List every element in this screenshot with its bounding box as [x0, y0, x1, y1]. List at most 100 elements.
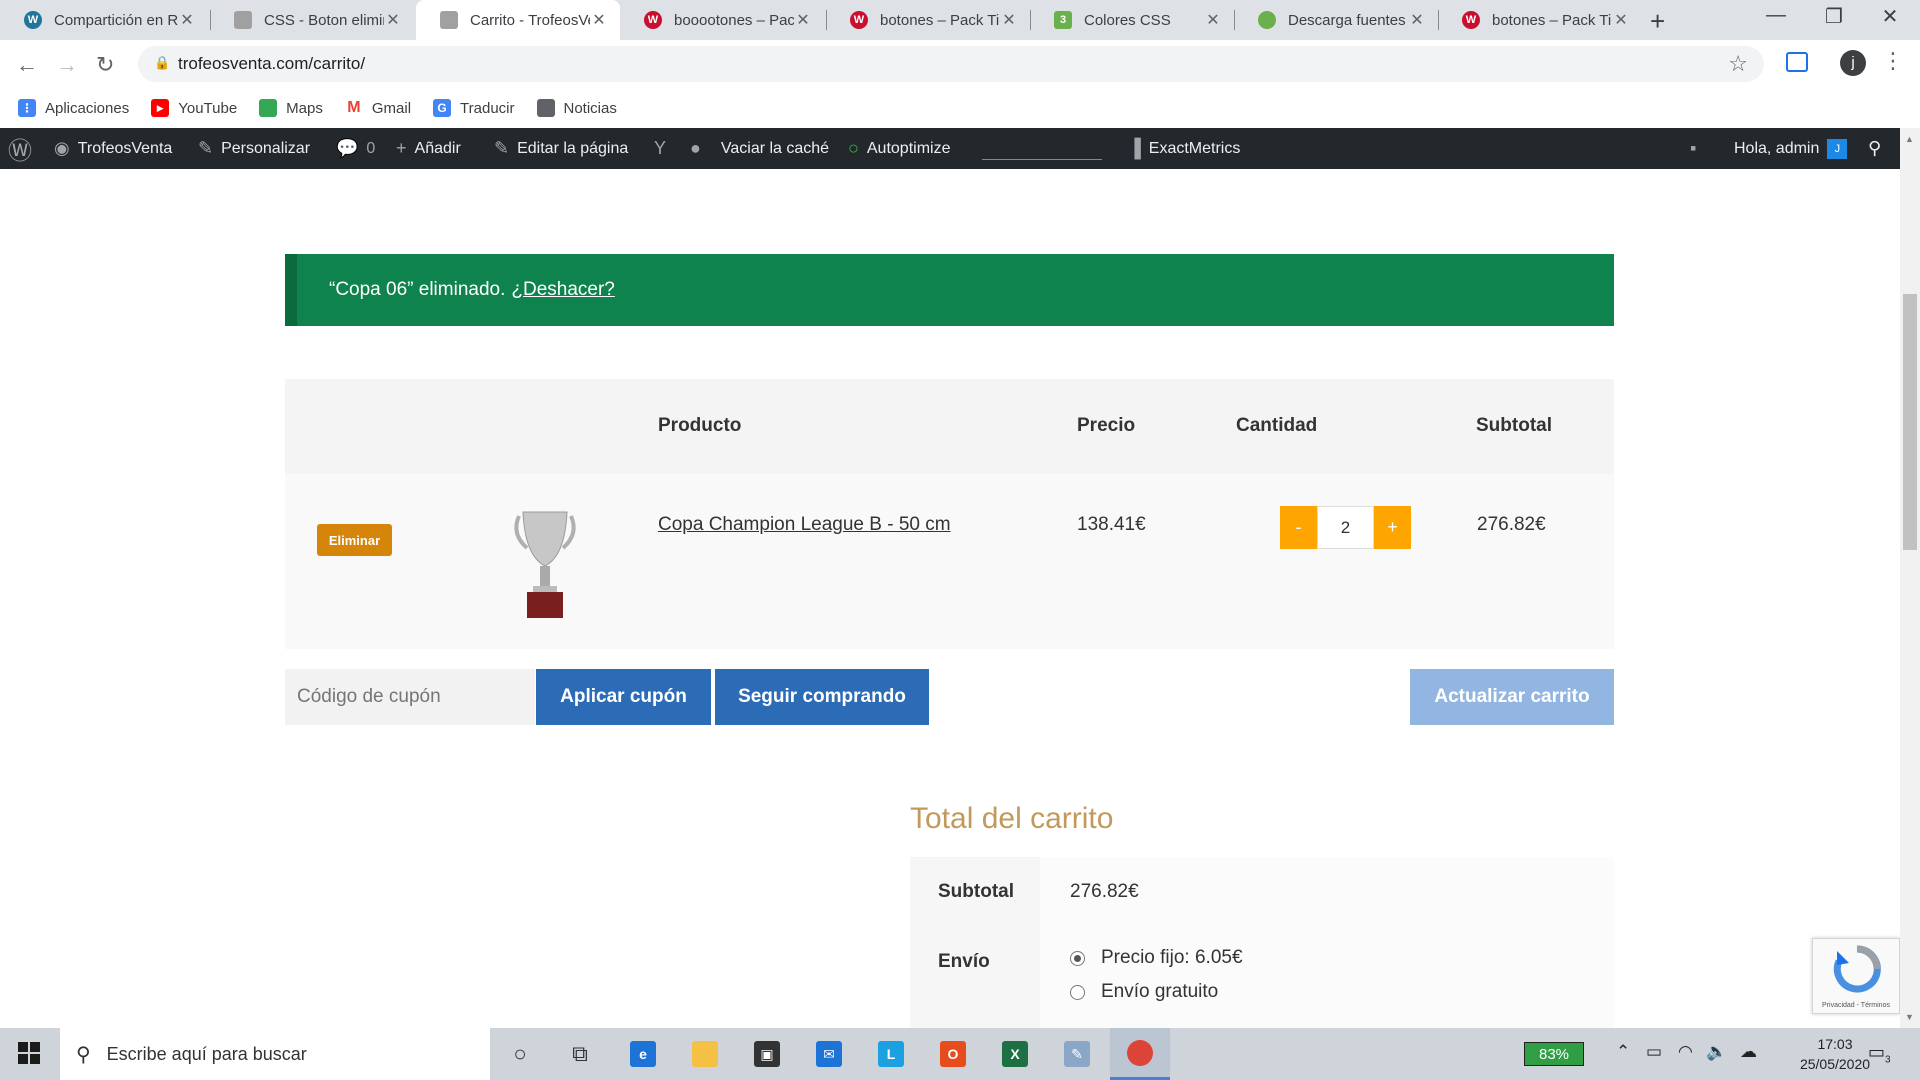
close-tab-icon[interactable]: ✕: [384, 10, 402, 30]
browser-tab[interactable]: 3 Colores CSS ✕: [1030, 0, 1234, 40]
yoast-icon[interactable]: Y: [654, 128, 674, 169]
task-view-icon[interactable]: ⧉: [555, 1028, 605, 1080]
bookmark-news[interactable]: Noticias: [536, 99, 617, 117]
paint-icon[interactable]: ✎: [1052, 1028, 1102, 1080]
quantity-input[interactable]: [1317, 506, 1374, 549]
product-name-link[interactable]: Copa Champion League B - 50 cm: [658, 514, 951, 536]
close-tab-icon[interactable]: ✕: [1204, 10, 1222, 30]
notifications-icon[interactable]: ▭3: [1868, 1042, 1891, 1066]
browser-tab[interactable]: W botones – Pack Tie ✕: [1438, 0, 1642, 40]
remove-item-button[interactable]: Eliminar: [317, 524, 392, 556]
trophy-product-image[interactable]: [505, 504, 585, 624]
bookmark-star-icon[interactable]: ☆: [1728, 51, 1748, 77]
youtube-icon: ▶: [151, 99, 170, 117]
excel-icon[interactable]: X: [990, 1028, 1040, 1080]
close-window-button[interactable]: ✕: [1870, 4, 1910, 29]
continue-shopping-button[interactable]: Seguir comprando: [715, 669, 929, 725]
quantity-increase-button[interactable]: +: [1374, 506, 1411, 549]
close-tab-icon[interactable]: ✕: [178, 10, 196, 30]
coupon-code-input[interactable]: [285, 669, 535, 725]
maximize-button[interactable]: ❐: [1814, 4, 1854, 29]
wp-my-account[interactable]: Hola, admin J: [1734, 128, 1848, 169]
radio-unselected-icon[interactable]: [1070, 984, 1085, 1000]
edge-browser-icon[interactable]: e: [618, 1028, 668, 1080]
menu-dots-icon[interactable]: ⋮: [1882, 48, 1904, 74]
new-tab-button[interactable]: +: [1650, 6, 1665, 37]
wp-edit-page[interactable]: ✎ Editar la página: [494, 128, 628, 169]
browser-tab[interactable]: W Compartición en R ✕: [0, 0, 208, 40]
bookmark-youtube[interactable]: ▶ YouTube: [151, 99, 237, 117]
system-clock[interactable]: 17:03 25/05/2020: [1790, 1034, 1880, 1074]
news-icon: [536, 99, 555, 117]
quantity-decrease-button[interactable]: -: [1280, 506, 1317, 549]
file-explorer-icon[interactable]: [680, 1028, 730, 1080]
minimize-button[interactable]: —: [1756, 4, 1796, 27]
bookmark-apps[interactable]: ⋮ Aplicaciones: [18, 99, 129, 117]
wp-exactmetrics[interactable]: ▐ ExactMetrics: [1128, 128, 1240, 169]
browser-tab[interactable]: CSS - Boton elimin ✕: [210, 0, 414, 40]
office-icon[interactable]: O: [928, 1028, 978, 1080]
wordpress-logo-icon[interactable]: Ⓦ: [8, 128, 40, 169]
screen-options-icon[interactable]: ▪: [1690, 128, 1704, 169]
recaptcha-links[interactable]: Privacidad - Términos: [1813, 1002, 1899, 1009]
show-hidden-icons-chevron-icon[interactable]: ⌃: [1616, 1042, 1630, 1062]
scroll-up-arrow-icon[interactable]: ▲: [1905, 134, 1914, 144]
close-tab-icon[interactable]: ✕: [590, 10, 608, 30]
windows-start-icon[interactable]: [18, 1042, 40, 1064]
apply-coupon-button[interactable]: Aplicar cupón: [536, 669, 711, 725]
wp-autoptimize[interactable]: ○ Autoptimize: [848, 128, 950, 169]
close-tab-icon[interactable]: ✕: [1612, 10, 1630, 30]
address-bar[interactable]: 🔒 trofeosventa.com/carrito/ ☆: [138, 46, 1764, 82]
wp-add-new[interactable]: + Añadir: [396, 128, 461, 169]
bookmark-gmail[interactable]: M Gmail: [344, 99, 411, 117]
battery-indicator[interactable]: 83%: [1524, 1042, 1584, 1066]
undo-link[interactable]: ¿Deshacer?: [511, 279, 615, 301]
wordpress-favicon-icon: W: [850, 11, 868, 29]
plus-icon: +: [396, 138, 407, 158]
shipping-option-free[interactable]: Envío gratuito: [1070, 981, 1614, 1003]
wifi-icon[interactable]: ◠: [1678, 1042, 1693, 1062]
bookmark-maps[interactable]: Maps: [259, 99, 323, 117]
forward-arrow-icon[interactable]: →: [56, 52, 78, 78]
browser-tab[interactable]: W booootones – Pack ✕: [620, 0, 824, 40]
browser-tab-active[interactable]: Carrito - TrofeosVe ✕: [416, 0, 620, 40]
taskbar-search-box[interactable]: ⚲ Escribe aquí para buscar: [60, 1028, 490, 1080]
browser-tab[interactable]: Descarga fuentes ✕: [1234, 0, 1438, 40]
battery-icon[interactable]: ▭: [1646, 1042, 1662, 1062]
recaptcha-badge[interactable]: Privacidad - Términos: [1812, 938, 1900, 1014]
close-tab-icon[interactable]: ✕: [1000, 10, 1018, 30]
wp-customize[interactable]: ✎ Personalizar: [198, 128, 310, 169]
app-l-icon[interactable]: L: [866, 1028, 916, 1080]
radio-selected-icon[interactable]: [1070, 950, 1085, 966]
wp-comments[interactable]: 💬 0: [336, 128, 375, 169]
back-arrow-icon[interactable]: ←: [16, 52, 38, 78]
css-favicon-icon: 3: [1054, 11, 1072, 29]
user-avatar: J: [1827, 138, 1848, 159]
search-icon[interactable]: ⚲: [1868, 128, 1889, 169]
profile-avatar[interactable]: j: [1840, 50, 1866, 76]
url-text[interactable]: trofeosventa.com/carrito/: [178, 54, 365, 74]
scroll-down-arrow-icon[interactable]: ▼: [1905, 1012, 1914, 1022]
close-tab-icon[interactable]: ✕: [1408, 10, 1426, 30]
cortana-icon[interactable]: ○: [495, 1028, 545, 1080]
chrome-icon[interactable]: [1110, 1028, 1170, 1080]
windows-taskbar: ⚲ Escribe aquí para buscar ○ ⧉ e ▣ ✉ L O…: [0, 1028, 1920, 1080]
close-tab-icon[interactable]: ✕: [794, 10, 812, 30]
wordpress-favicon-icon: W: [644, 11, 662, 29]
page-scrollbar[interactable]: ▲ ▼: [1900, 128, 1920, 1028]
volume-icon[interactable]: 🔈: [1706, 1042, 1727, 1062]
shipping-option-flat[interactable]: Precio fijo: 6.05€: [1070, 947, 1614, 969]
store-icon[interactable]: ▣: [742, 1028, 792, 1080]
extension-icon[interactable]: [1786, 52, 1808, 72]
wp-clear-cache[interactable]: ● Vaciar la caché: [690, 128, 829, 169]
browser-tab-strip: W Compartición en R ✕ CSS - Boton elimin…: [0, 0, 1920, 40]
reload-icon[interactable]: ↻: [96, 52, 114, 78]
mail-icon[interactable]: ✉: [804, 1028, 854, 1080]
wp-site-name[interactable]: ◉ TrofeosVenta: [54, 128, 172, 169]
tab-title: CSS - Boton elimin: [264, 11, 384, 29]
scroll-thumb[interactable]: [1903, 294, 1917, 550]
browser-tab[interactable]: W botones – Pack Tie ✕: [826, 0, 1030, 40]
bookmark-translate[interactable]: G Traducir: [433, 99, 515, 117]
update-cart-button[interactable]: Actualizar carrito: [1410, 669, 1614, 725]
onedrive-cloud-icon[interactable]: ☁: [1740, 1042, 1757, 1062]
